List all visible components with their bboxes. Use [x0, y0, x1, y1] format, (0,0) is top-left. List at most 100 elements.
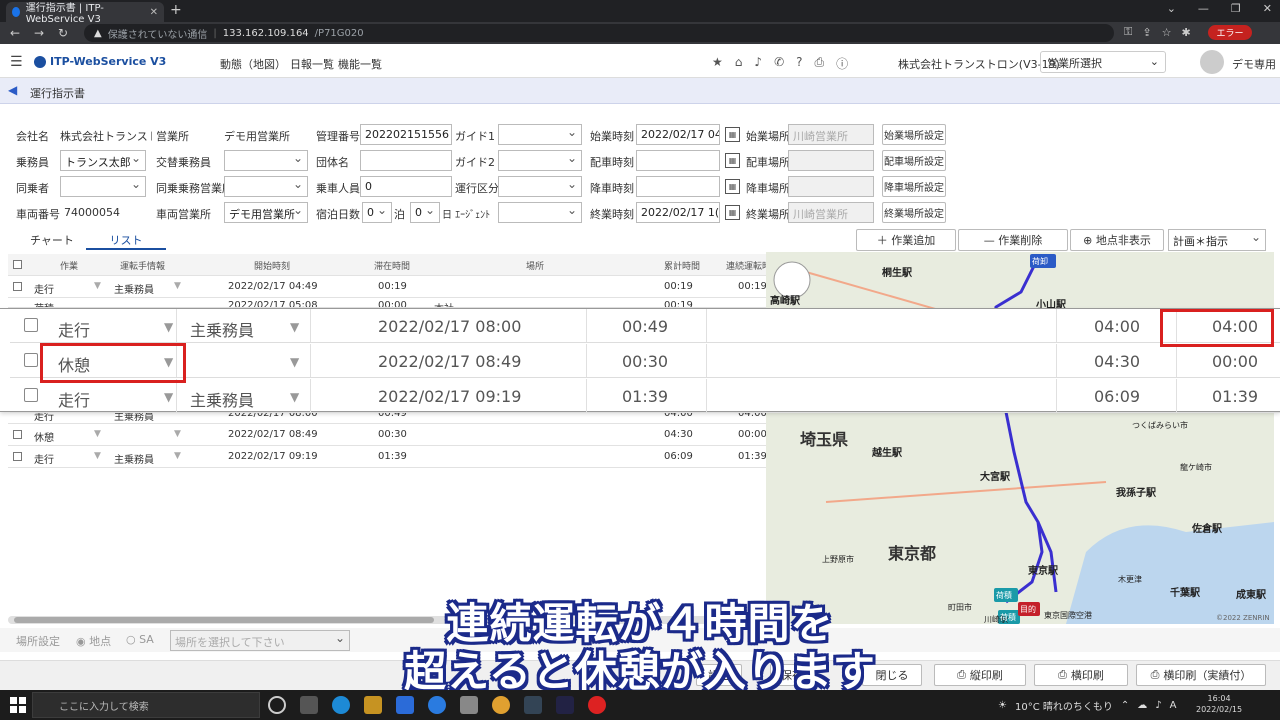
col-header-place[interactable]: 場所 — [526, 259, 544, 272]
guide1-select[interactable] — [498, 124, 582, 145]
start-place-button[interactable]: 始業場所設定 — [882, 124, 946, 145]
weather-text[interactable]: 10°C 晴れのちくもり — [1015, 698, 1113, 713]
passenger-select[interactable] — [60, 176, 146, 197]
col-header-continuous[interactable]: 連続運転時 — [726, 259, 768, 272]
calendar-icon[interactable]: ▦ — [725, 205, 740, 220]
edge-icon[interactable] — [332, 696, 350, 714]
back-arrow-icon[interactable]: ◀ — [8, 83, 17, 97]
home-icon[interactable]: ⌂ — [735, 55, 743, 72]
hide-points-button[interactable]: ⊕ 地点非表示 — [1070, 229, 1164, 251]
col-header-total[interactable]: 累計時間 — [664, 259, 700, 272]
row-checkbox[interactable] — [13, 452, 22, 461]
table-row[interactable]: 走行 ▼ 主乗務員 ▼ 2022/02/17 04:49 00:19 00:19… — [8, 276, 768, 298]
record-icon[interactable] — [588, 696, 606, 714]
dropdown-icon[interactable]: ▼ — [290, 320, 299, 334]
plan-select[interactable]: 計画＊指示 — [1168, 229, 1266, 251]
star-icon[interactable]: ☆ — [1162, 26, 1172, 39]
dropdown-icon[interactable]: ▼ — [164, 320, 173, 334]
row-checkbox[interactable] — [24, 318, 38, 332]
new-tab-button[interactable]: + — [170, 2, 182, 18]
col-header-stay[interactable]: 滞在時間 — [374, 259, 410, 272]
favorite-star-icon[interactable]: ★ — [712, 55, 723, 72]
section-select[interactable] — [498, 176, 582, 197]
dispatch-place-button[interactable]: 配車場所設定 — [882, 150, 946, 171]
dropdown-icon[interactable]: ▼ — [290, 355, 299, 369]
ime-indicator[interactable]: A — [1170, 700, 1177, 711]
end-time-field[interactable]: 2022/02/17 1( — [636, 202, 720, 223]
mgmt-number-field[interactable]: 202202151556 — [360, 124, 452, 145]
info-icon[interactable]: ⓘ — [836, 55, 848, 72]
app-icon[interactable] — [460, 696, 478, 714]
delete-task-button[interactable]: — 作業削除 — [958, 229, 1068, 251]
share-icon[interactable]: ⇪ — [1142, 26, 1151, 39]
col-header-driver[interactable]: 運転手情報 — [120, 259, 165, 272]
calendar-icon[interactable]: ▦ — [725, 179, 740, 194]
row-checkbox[interactable] — [24, 353, 38, 367]
clock[interactable]: 16:04 2022/02/15 — [1196, 693, 1242, 715]
print-icon[interactable]: ⎙ — [815, 55, 825, 72]
stay-days-select[interactable]: 0 — [362, 202, 392, 223]
end-place-button[interactable]: 終業場所設定 — [882, 202, 946, 223]
nights-select[interactable]: 0 — [410, 202, 440, 223]
maximize-icon[interactable]: ❐ — [1231, 2, 1241, 15]
taskbar-search-input[interactable]: ここに入力して検索 — [32, 692, 260, 718]
hamburger-menu-icon[interactable]: ☰ — [10, 54, 23, 70]
phone-icon[interactable]: ✆ — [774, 55, 784, 72]
dropdown-icon[interactable]: ▼ — [94, 281, 101, 291]
dropdown-icon[interactable]: ▼ — [174, 429, 181, 439]
col-header-task[interactable]: 作業 — [60, 259, 78, 272]
key-icon[interactable]: ⚿ — [1124, 25, 1132, 39]
guide2-select[interactable] — [498, 150, 582, 171]
dropdown-icon[interactable]: ▼ — [164, 390, 173, 404]
tray-chevron-icon[interactable]: ⌃ — [1121, 700, 1129, 711]
tab-close-icon[interactable]: ✕ — [150, 7, 158, 18]
avatar[interactable] — [1200, 50, 1224, 74]
vehicle-office-select[interactable]: デモ用営業所 — [224, 202, 308, 223]
riders-field[interactable]: 0 — [360, 176, 452, 197]
pass-office-select[interactable] — [224, 176, 308, 197]
cortana-icon[interactable] — [268, 696, 286, 714]
dropdown-icon[interactable]: ▼ — [174, 281, 181, 291]
calendar-icon[interactable]: ▦ — [725, 127, 740, 142]
back-icon[interactable]: ← — [10, 26, 24, 40]
add-task-button[interactable]: ＋ 作業追加 — [856, 229, 956, 251]
minimize-icon[interactable]: — — [1198, 2, 1209, 15]
table-row[interactable]: 休憩 ▼ ▼ 2022/02/17 08:49 00:30 04:30 00:0… — [8, 424, 768, 446]
tab-list[interactable]: リスト — [86, 228, 166, 250]
row-checkbox[interactable] — [13, 430, 22, 439]
dropdown-icon[interactable]: ▼ — [290, 390, 299, 404]
tab-chart[interactable]: チャート — [30, 232, 74, 248]
office-select[interactable]: 営業所選択 ⌄ — [1040, 51, 1166, 73]
tab-search-icon[interactable]: ⌄ — [1167, 2, 1176, 15]
task-view-icon[interactable] — [300, 696, 318, 714]
store-icon[interactable] — [364, 696, 382, 714]
crew-select[interactable]: トランス太郎 — [60, 150, 146, 171]
reload-icon[interactable]: ↻ — [58, 26, 72, 40]
menu-item-daily-reports[interactable]: 日報一覧 — [290, 56, 334, 72]
row-checkbox[interactable] — [24, 388, 38, 402]
profile-error-badge[interactable]: エラー — [1208, 25, 1252, 40]
zoom-row[interactable]: 休憩 ▼ ▼ 2022/02/17 08:49 00:30 04:30 00:0… — [10, 344, 1280, 378]
app-icon[interactable] — [556, 696, 574, 714]
menu-item-map[interactable]: 動態（地図） — [220, 56, 286, 72]
menu-item-functions[interactable]: 機能一覧 — [338, 56, 382, 72]
row-checkbox[interactable] — [13, 282, 22, 291]
bell-icon[interactable]: ♪ — [754, 55, 762, 72]
col-header-start[interactable]: 開始時刻 — [254, 259, 290, 272]
drop-place-button[interactable]: 降車場所設定 — [882, 176, 946, 197]
zoom-row[interactable]: 走行 ▼ 主乗務員 ▼ 2022/02/17 08:00 00:49 04:00… — [10, 309, 1280, 343]
calendar-icon[interactable]: ▦ — [725, 153, 740, 168]
browser-tab[interactable]: 運行指示書 | ITP-WebService V3 ✕ — [6, 2, 164, 25]
forward-icon[interactable]: → — [34, 26, 48, 40]
ie-icon[interactable] — [428, 696, 446, 714]
table-row[interactable]: 荷積 2022/02/17 05:08 00:00 本社 00:19 — [8, 298, 768, 308]
start-time-field[interactable]: 2022/02/17 04 — [636, 124, 720, 145]
group-field[interactable] — [360, 150, 452, 171]
extensions-icon[interactable]: ✱ — [1181, 26, 1190, 39]
dropdown-icon[interactable]: ▼ — [94, 451, 101, 461]
mail-icon[interactable] — [396, 696, 414, 714]
dispatch-time-field[interactable] — [636, 150, 720, 171]
windows-start-icon[interactable] — [10, 697, 26, 713]
help-icon[interactable]: ? — [796, 55, 802, 72]
table-row[interactable]: 走行 ▼ 主乗務員 ▼ 2022/02/17 09:19 01:39 06:09… — [8, 446, 768, 468]
